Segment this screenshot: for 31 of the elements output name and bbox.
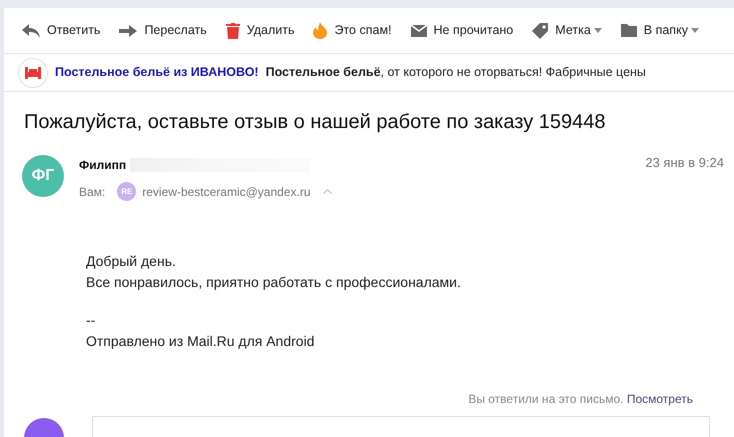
body-text: -- <box>86 311 96 330</box>
unread-button[interactable]: Не прочитано <box>410 21 514 40</box>
body-text: Все понравилось, приятно работать с профессионалами. <box>86 273 462 292</box>
reply-notice: Вы ответили на это письмо. <box>468 392 625 406</box>
forward-button[interactable]: Переслать <box>119 21 207 40</box>
reply-button[interactable]: Ответить <box>22 21 100 40</box>
reply-arrow-icon <box>22 24 40 38</box>
folder-button[interactable]: В папку <box>620 21 699 40</box>
view-link[interactable]: Посмотреть <box>626 392 693 406</box>
chevron-up-icon <box>322 189 332 194</box>
spam-button[interactable]: Это спам! <box>313 21 392 40</box>
tag-icon <box>532 22 548 38</box>
to-label: Вам: <box>79 184 106 200</box>
message-date: 23 янв в 9:24 <box>645 154 724 172</box>
trash-icon <box>226 22 240 38</box>
body-text: Отправлено из Mail.Ru для Android <box>86 332 316 351</box>
email-subject: Пожалуйста, оставьте отзыв о нашей работе по заказу 159448 <box>23 110 607 135</box>
body-text: Добрый день. <box>86 252 177 271</box>
sender-avatar: ФГ <box>22 155 64 197</box>
bed-icon <box>18 58 48 88</box>
delete-button[interactable]: Удалить <box>226 21 294 40</box>
sender-name: Филипп <box>79 158 126 172</box>
folder-icon <box>620 24 637 37</box>
flame-icon <box>313 22 328 39</box>
recipient-avatar: RE <box>117 182 136 201</box>
ad-text: Постельное бельё, от которого не оторваться! Фабричные цены <box>266 64 646 82</box>
ad-title-link[interactable]: Постельное бельё из ИВАНОВО! <box>55 63 259 82</box>
forward-arrow-icon <box>119 24 138 36</box>
recipient-address: review-bestceramic@yandex.ru <box>142 184 311 200</box>
envelope-icon <box>410 24 427 36</box>
label-button[interactable]: Метка <box>532 21 602 40</box>
